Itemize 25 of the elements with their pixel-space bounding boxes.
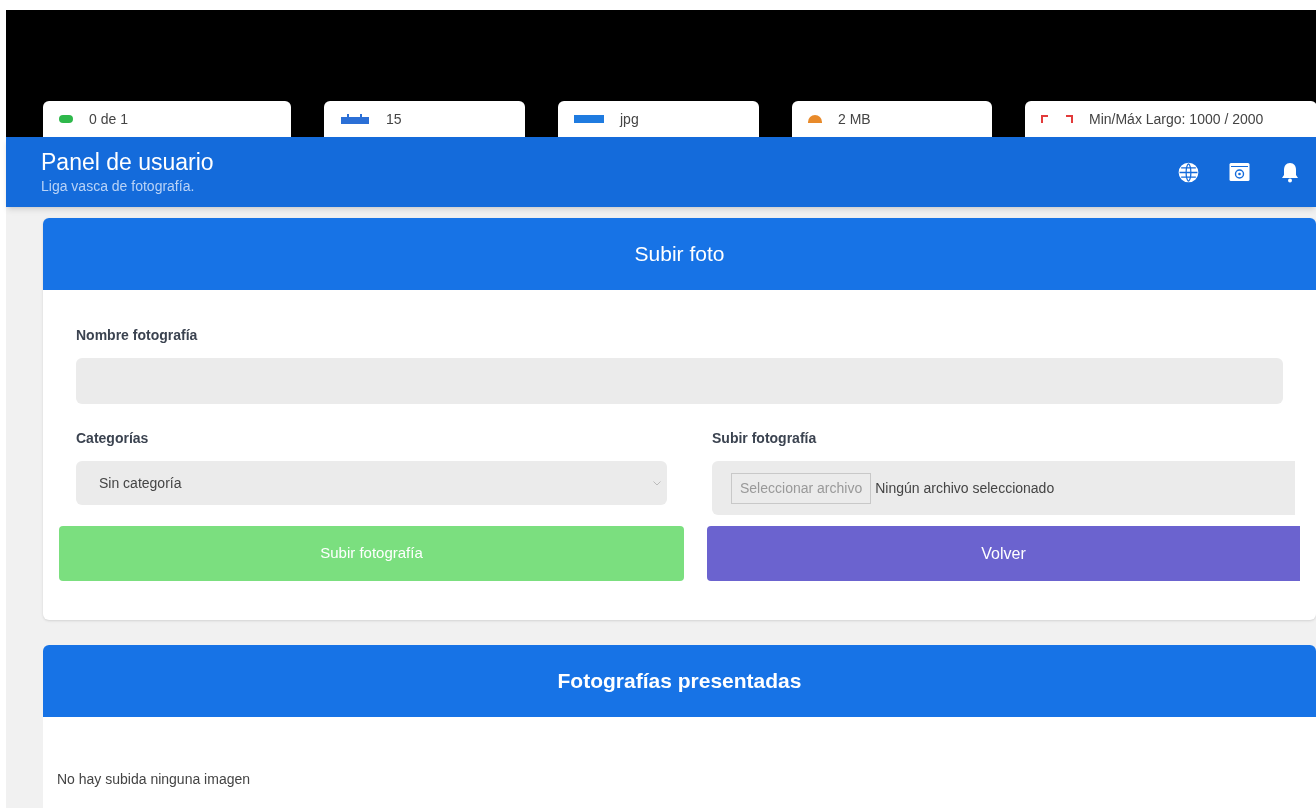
- notification-bell-icon[interactable]: [1280, 161, 1300, 183]
- category-select[interactable]: Sin categoría: [76, 461, 667, 505]
- stat-text: 2 MB: [838, 109, 871, 129]
- expand-icon: [1041, 114, 1073, 124]
- card-title: Subir foto: [634, 241, 725, 268]
- chevron-down-icon: [653, 480, 661, 486]
- field-label: Categorías: [76, 429, 149, 448]
- calendar-icon: [340, 114, 370, 124]
- file-icon: [574, 115, 604, 123]
- stat-text: 0 de 1: [89, 109, 128, 129]
- header-title: Panel de usuario: [41, 147, 214, 176]
- stat-text: Min/Máx Largo: 1000 / 2000: [1089, 109, 1264, 129]
- stat-text: 15: [386, 109, 402, 129]
- file-status-text: Ningún archivo seleccionado: [875, 478, 1055, 498]
- header-subtitle: Liga vasca de fotografía.: [41, 176, 196, 196]
- file-input-field[interactable]: Seleccionar archivo Ningún archivo seleccionado: [712, 461, 1295, 515]
- back-button[interactable]: Volver: [707, 526, 1300, 581]
- empty-message: No hay subida ninguna imagen: [56, 770, 252, 789]
- field-label: Nombre fotografía: [76, 326, 198, 345]
- globe-icon[interactable]: [1178, 161, 1199, 183]
- camera-window-icon[interactable]: [1229, 162, 1250, 182]
- card-title: Fotografías presentadas: [557, 668, 802, 695]
- choose-file-button[interactable]: Seleccionar archivo: [731, 472, 872, 504]
- field-label: Subir fotografía: [712, 429, 817, 448]
- stat-text: jpg: [620, 109, 639, 129]
